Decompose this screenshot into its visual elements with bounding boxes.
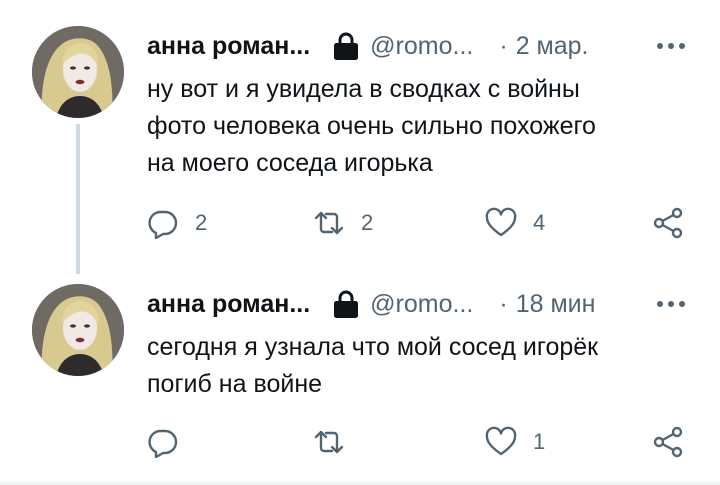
like-button[interactable]: 1 [485,424,545,460]
reply-icon [148,210,178,239]
thread-connector [76,124,80,274]
retweet-icon [314,430,344,454]
share-icon [653,426,683,458]
reply-button[interactable] [147,424,195,460]
retweet-icon [314,211,344,235]
retweet-button[interactable]: 2 [313,205,373,241]
avatar-photo [32,284,124,376]
tweet-text-line: фото человека очень сильно похожего [147,112,596,140]
tweet-timestamp[interactable]: 18 мин [516,290,596,319]
tweet-text-line: ну вот и я увидела в сводках с войны [147,75,580,103]
more-icon [657,43,685,49]
retweet-count: 2 [361,210,374,235]
tweet-text: ну вот и я увидела в сводках с войны фот… [147,71,687,182]
retweet-button[interactable] [313,424,361,460]
reply-icon [148,429,178,458]
tweet-actions: 2 2 4 [147,205,692,241]
like-button[interactable]: 4 [485,205,545,241]
tweet-text-line: на моего соседа игорька [147,149,433,177]
author-name[interactable]: анна роман... [147,32,310,61]
tweet-text-line: погиб на войне [147,370,323,398]
author-handle[interactable]: @romo... [370,290,473,319]
lock-icon [334,290,359,318]
share-icon [653,207,683,239]
lock-icon [334,32,359,60]
tweet-thread: анна роман... @romo... · 2 мар. ну вот и… [0,0,720,485]
like-icon [485,207,517,237]
reply-button[interactable]: 2 [147,205,207,241]
reply-count: 2 [195,210,208,235]
tweet-actions: 1 [147,424,692,460]
avatar[interactable] [32,284,124,376]
author-name[interactable]: анна роман... [147,290,310,319]
tweet-text-line: сегодня я узнала что мой сосед игорёк [147,333,599,361]
share-button[interactable] [652,205,684,241]
like-count: 4 [533,210,546,235]
more-options-button[interactable] [656,31,686,61]
separator-dot: · [499,289,508,318]
like-count: 1 [533,429,546,454]
like-icon [485,426,517,456]
tweet-timestamp[interactable]: 2 мар. [516,32,589,61]
tweet[interactable]: анна роман... @romo... · 18 мин сегодня … [0,262,720,485]
avatar-photo [32,26,124,118]
avatar[interactable] [32,26,124,118]
share-button[interactable] [652,424,684,460]
separator-dot: · [499,31,508,60]
more-icon [657,301,685,307]
tweet-header: анна роман... @romo... · 2 мар. [147,26,588,66]
tweet[interactable]: анна роман... @romo... · 2 мар. ну вот и… [0,0,720,274]
tweet-header: анна роман... @romo... · 18 мин [147,284,595,324]
author-handle[interactable]: @romo... [370,32,473,61]
more-options-button[interactable] [656,289,686,319]
tweet-text: сегодня я узнала что мой сосед игорёк по… [147,329,687,403]
